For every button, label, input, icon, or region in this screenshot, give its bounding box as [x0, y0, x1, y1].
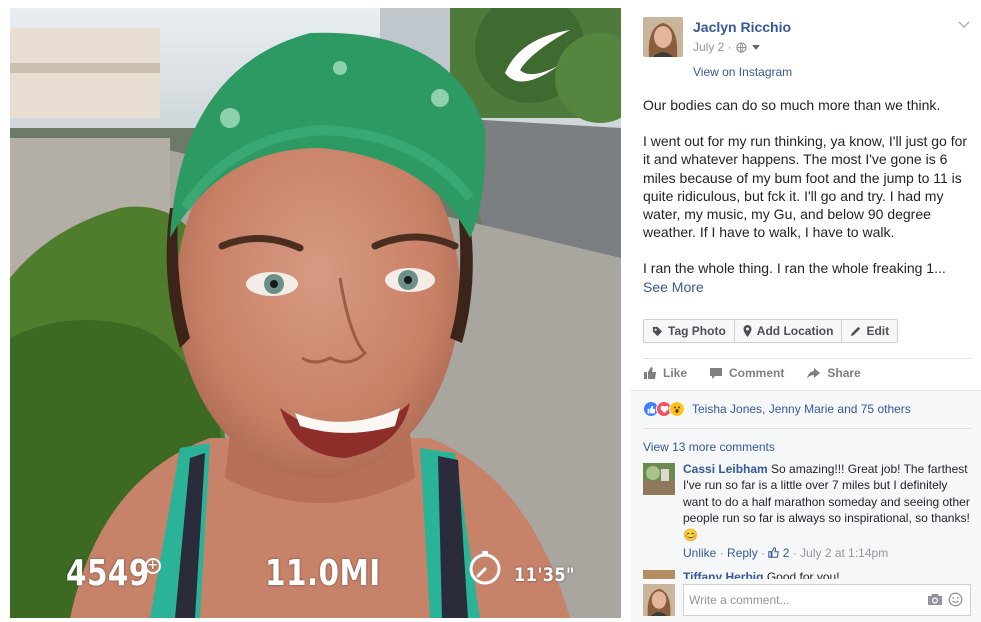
selfie-scene-graphic [10, 8, 621, 618]
reactions-names: Teisha Jones, Jenny Marie and 75 others [692, 402, 911, 416]
smile-emoji-icon: 😊 [683, 527, 698, 542]
post-photo[interactable]: 4549 + 11.0MI 11'35" [10, 8, 621, 618]
divider [643, 428, 971, 429]
author-avatar[interactable] [643, 17, 683, 57]
commenter-avatar[interactable] [643, 463, 675, 495]
reactions-summary[interactable]: Teisha Jones, Jenny Marie and 75 others [643, 401, 911, 417]
camera-icon[interactable] [927, 593, 943, 606]
post-paragraph: I ran the whole thing. I ran the whole f… [643, 260, 946, 277]
unlike-link[interactable]: Unlike [683, 546, 716, 560]
comment-text: Good for you! [766, 570, 840, 579]
reaction-bar: Like Comment Share [643, 366, 861, 380]
comment-timestamp[interactable]: July 2 at 1:14pm [800, 546, 888, 560]
comments-section: Teisha Jones, Jenny Marie and 75 others … [631, 390, 981, 622]
post-meta: July 2 · [693, 40, 761, 54]
tag-photo-button[interactable]: Tag Photo [643, 319, 735, 343]
comment-author-link[interactable]: Cassi Leibham [683, 462, 768, 476]
edit-label: Edit [866, 324, 890, 338]
calories-stat: 4549 [66, 553, 150, 594]
comment-actions: Unlike · Reply · 2 · July 2 at 1:14pm [683, 546, 889, 560]
photo-actions-bar: Tag Photo Add Location Edit [643, 319, 899, 343]
comment-author-link[interactable]: Tiffany Herbig [683, 570, 763, 579]
comment-button[interactable]: Comment [709, 366, 784, 380]
chevron-down-icon[interactable] [957, 20, 971, 30]
tag-photo-label: Tag Photo [668, 324, 726, 338]
current-user-avatar [643, 584, 675, 616]
view-more-comments-link[interactable]: View 13 more comments [643, 440, 775, 454]
globe-icon [736, 41, 747, 53]
emoji-icon[interactable] [948, 592, 963, 607]
location-pin-icon [743, 325, 752, 337]
like-label: Like [663, 366, 688, 380]
audience-dropdown-icon[interactable] [751, 42, 761, 52]
distance-stat: 11.0MI [265, 553, 381, 594]
thumbs-up-icon [644, 367, 656, 379]
edit-button[interactable]: Edit [841, 319, 899, 343]
comment-like-count[interactable]: 2 [783, 546, 790, 560]
add-location-button[interactable]: Add Location [733, 319, 843, 343]
pace-stat: 11'35" [514, 564, 575, 586]
comment-body: Tiffany Herbig Good for you! [683, 570, 840, 579]
divider [643, 358, 971, 359]
post-paragraph: I went out for my run thinking, ya know,… [643, 133, 968, 241]
comment-body: Cassi Leibham So amazing!!! Great job! T… [683, 461, 973, 543]
wow-reaction-icon [669, 401, 685, 417]
post-date-link[interactable]: July 2 · [693, 40, 732, 54]
comment-like-count-icon [768, 547, 780, 558]
like-button[interactable]: Like [643, 366, 687, 380]
author-name-link[interactable]: Jaclyn Ricchio [693, 19, 791, 35]
speech-bubble-icon [710, 367, 723, 379]
share-label: Share [827, 366, 861, 380]
plus-circle-icon: + [145, 558, 161, 574]
stopwatch-icon [469, 551, 501, 585]
share-arrow-icon [807, 367, 821, 379]
comment-label: Comment [729, 366, 785, 380]
post-paragraph: Our bodies can do so much more than we t… [643, 97, 941, 113]
post-header: Jaclyn Ricchio July 2 · View on Instagra… [643, 17, 973, 87]
comment-composer [643, 584, 971, 616]
tag-icon [652, 326, 663, 336]
comment: Tiffany Herbig Good for you! [643, 570, 973, 579]
add-location-label: Add Location [756, 324, 834, 338]
view-on-instagram-link[interactable]: View on Instagram [693, 65, 792, 79]
post-side-panel: Jaclyn Ricchio July 2 · View on Instagra… [631, 0, 981, 622]
share-button[interactable]: Share [806, 366, 861, 380]
see-more-link[interactable]: See More [643, 278, 968, 296]
post-text: Our bodies can do so much more than we t… [643, 96, 968, 296]
pencil-icon [851, 326, 861, 336]
commenter-avatar[interactable] [643, 570, 675, 579]
reply-link[interactable]: Reply [727, 546, 758, 560]
